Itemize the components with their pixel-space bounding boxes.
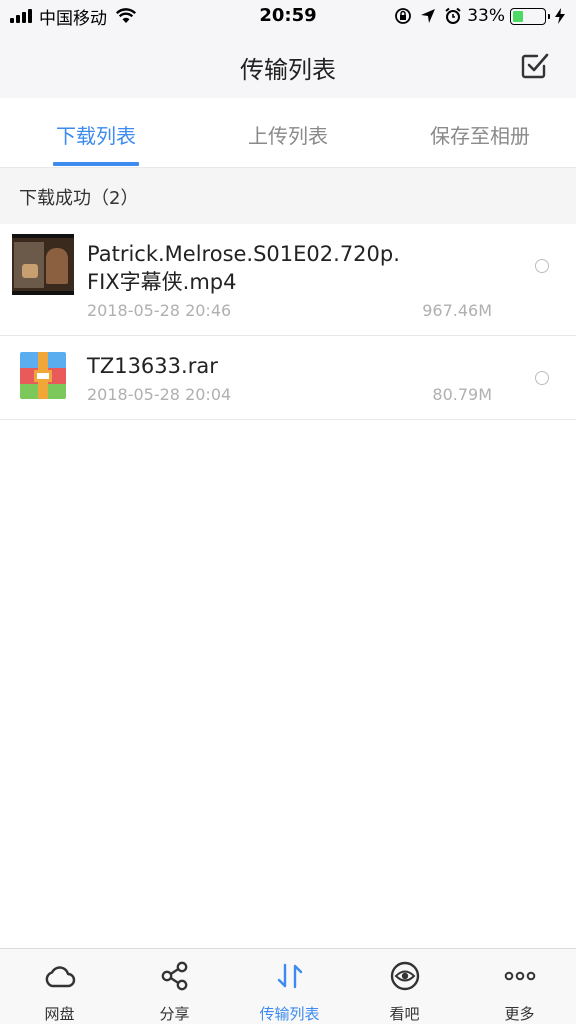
tabbar-label: 看吧 xyxy=(389,1005,420,1023)
charging-icon xyxy=(555,8,565,24)
tabbar-label: 传输列表 xyxy=(259,1005,320,1023)
location-icon xyxy=(421,9,436,23)
tab-upload-list[interactable]: 上传列表 xyxy=(192,120,384,149)
tabbar-label: 网盘 xyxy=(44,1005,75,1023)
page-title: 传输列表 xyxy=(240,56,336,84)
video-thumbnail xyxy=(12,234,74,295)
tabbar-item-watch[interactable]: 看吧 xyxy=(347,949,462,1024)
file-date: 2018-05-28 20:04 xyxy=(87,385,232,404)
tabbar-label: 更多 xyxy=(504,1005,535,1023)
file-size: 967.46M xyxy=(422,301,492,320)
tabbar-item-more[interactable]: 更多 xyxy=(462,949,576,1024)
file-size: 80.79M xyxy=(432,385,492,404)
battery-icon xyxy=(510,7,550,25)
section-title: 下载成功（2） xyxy=(19,188,139,209)
more-icon xyxy=(504,971,536,981)
tabbar-label: 分享 xyxy=(159,1005,190,1023)
list-item[interactable]: Patrick.Melrose.S01E02.720p. FIX字幕侠.mp4 … xyxy=(0,224,576,336)
orientation-lock-icon xyxy=(395,8,412,24)
section-header: 下载成功（2） xyxy=(0,168,576,224)
tabbar-item-cloud[interactable]: 网盘 xyxy=(2,949,117,1024)
segment-tabs: 下载列表 上传列表 保存至相册 xyxy=(0,98,576,168)
alarm-icon xyxy=(445,7,461,24)
file-name: TZ13633.rar xyxy=(87,354,218,378)
tab-save-to-album[interactable]: 保存至相册 xyxy=(384,120,576,149)
transfer-icon xyxy=(277,963,303,989)
bottom-tab-bar: 网盘 分享 传输列表 看吧 更多 xyxy=(0,948,576,1024)
nav-bar: 传输列表 xyxy=(0,32,576,98)
share-icon xyxy=(161,961,188,991)
battery-fill xyxy=(513,10,523,22)
select-radio[interactable] xyxy=(535,371,549,385)
file-name-line1: Patrick.Melrose.S01E02.720p. xyxy=(87,242,400,266)
file-date: 2018-05-28 20:46 xyxy=(87,301,232,320)
cloud-icon xyxy=(45,966,76,988)
tab-download-list[interactable]: 下载列表 xyxy=(0,120,192,149)
file-name-line2: FIX字幕侠.mp4 xyxy=(87,270,237,294)
battery-percent: 33% xyxy=(467,6,505,26)
status-right: 33% xyxy=(394,6,566,26)
tabbar-item-share[interactable]: 分享 xyxy=(117,949,232,1024)
eye-icon xyxy=(390,961,420,991)
rar-archive-icon xyxy=(20,352,66,399)
active-tab-indicator xyxy=(53,162,139,166)
tabbar-item-transfer[interactable]: 传输列表 xyxy=(232,949,347,1024)
select-radio[interactable] xyxy=(535,259,549,273)
checkbox-edit-icon[interactable] xyxy=(520,50,550,80)
list-item[interactable]: TZ13633.rar 2018-05-28 20:04 80.79M xyxy=(0,336,576,420)
status-bar: 中国移动 20:59 33% xyxy=(0,0,576,32)
